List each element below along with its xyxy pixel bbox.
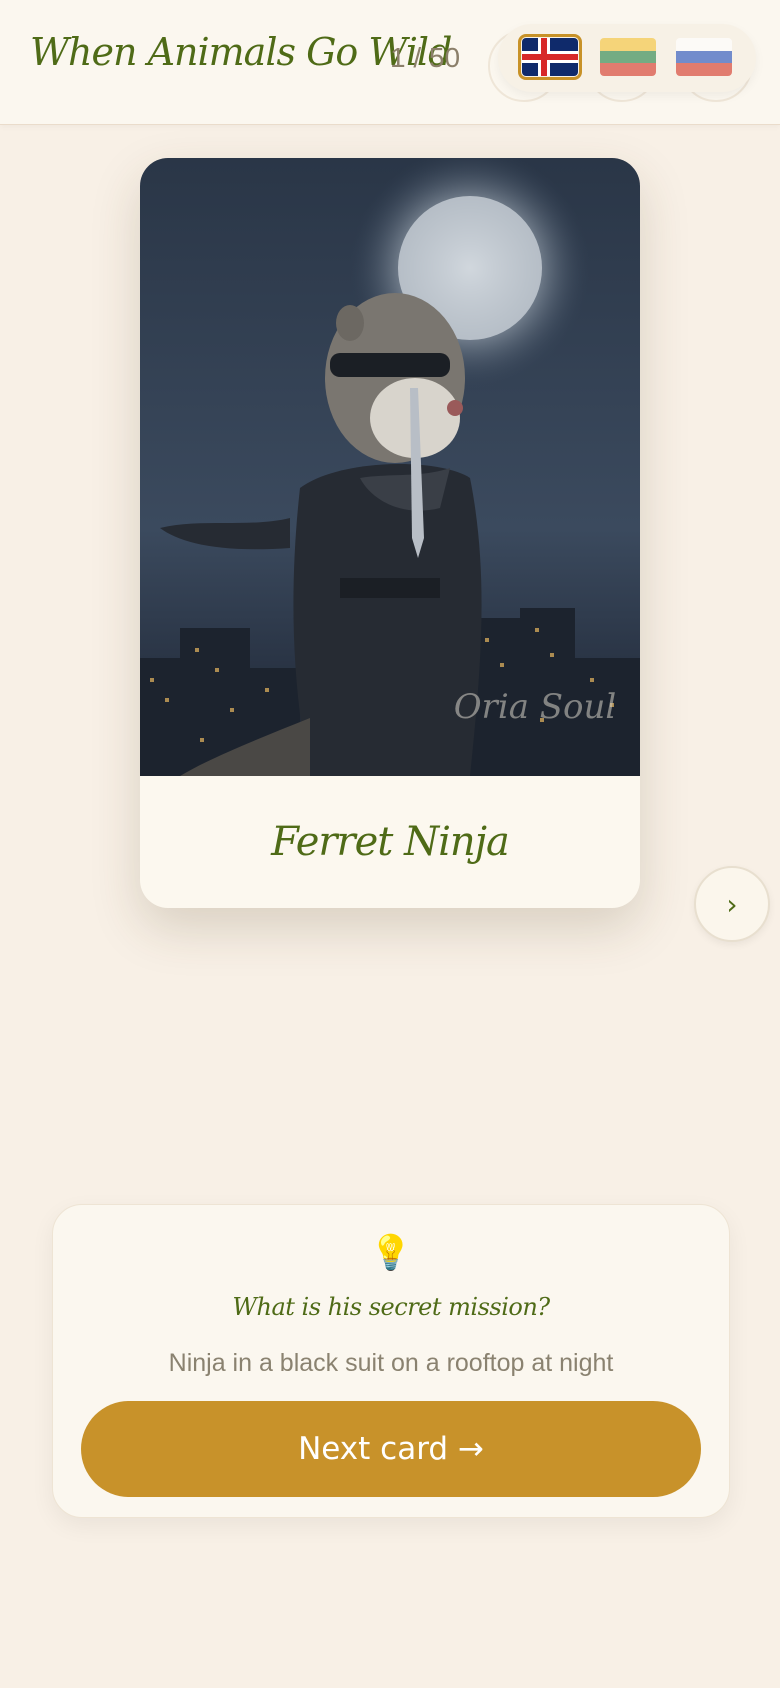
hint-text: Ninja in a black suit on a rooftop at ni… (168, 1349, 614, 1377)
language-selector (498, 24, 756, 92)
flag-lithuania-icon[interactable] (600, 38, 656, 76)
lightbulb-icon: 💡 (369, 1233, 413, 1273)
flag-iceland-icon[interactable] (518, 34, 582, 80)
animal-card[interactable]: Oria Soul Ferret Ninja (140, 158, 640, 908)
app-header: When Animals Go Wild 1 / 50 (0, 0, 780, 125)
chevron-right-icon: › (726, 887, 738, 921)
app-title: When Animals Go Wild (30, 30, 452, 74)
ferret-ninja-image: Oria Soul (140, 158, 640, 776)
hint-question: What is his secret mission? (232, 1293, 550, 1321)
flag-russia-icon[interactable] (676, 38, 732, 76)
hint-panel: 💡 What is his secret mission? Ninja in a… (52, 1204, 730, 1518)
next-arrow-button[interactable]: › (694, 866, 770, 942)
watermark-text: Oria Soul (454, 687, 617, 727)
card-title: Ferret Ninja (271, 819, 510, 865)
next-card-button[interactable]: Next card → (81, 1401, 701, 1497)
card-counter: 1 / 50 (390, 42, 461, 73)
card-caption: Ferret Ninja (140, 776, 640, 908)
